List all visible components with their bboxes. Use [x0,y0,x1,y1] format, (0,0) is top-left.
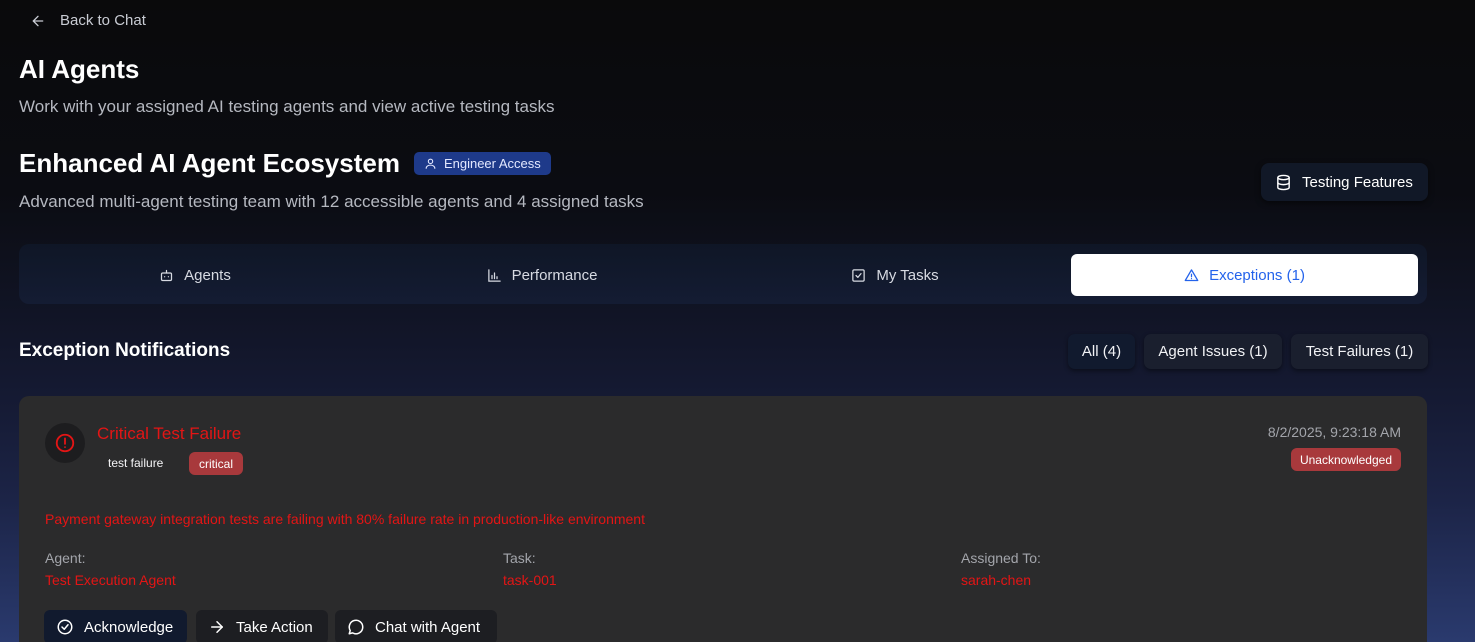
testing-features-button[interactable]: Testing Features [1261,163,1428,201]
task-value: task-001 [503,572,557,588]
arrow-right-icon [211,621,223,633]
tab-my-tasks[interactable]: My Tasks [723,254,1067,296]
status-badge: Unacknowledged [1290,448,1401,471]
tab-exceptions[interactable]: Exceptions (1) [1071,254,1418,296]
message-circle-icon [348,619,364,635]
exception-card: Critical Test Failure test failure criti… [19,396,1427,642]
alert-badge [45,423,85,463]
exceptions-section-title: Exception Notifications [19,340,231,361]
bot-icon [161,269,173,281]
engineer-access-badge: Engineer Access [413,152,551,175]
alert-circle-icon [55,433,75,453]
tab-label: Agents [184,266,231,284]
user-icon [425,158,436,169]
page-title: AI Agents [19,54,140,84]
arrow-left-icon [32,15,44,26]
tab-agents[interactable]: Agents [29,254,361,296]
take-action-button[interactable]: Take Action [196,610,328,642]
chat-label: Chat with Agent [375,618,481,636]
exception-type: test failure [108,456,164,470]
chat-with-agent-button[interactable]: Chat with Agent [335,610,497,642]
acknowledge-button[interactable]: Acknowledge [44,610,187,642]
check-square-icon [852,268,866,282]
assigned-value: sarah-chen [961,572,1032,588]
alert-triangle-icon [1184,268,1199,281]
back-label: Back to Chat [60,12,146,29]
tab-performance[interactable]: Performance [371,254,713,296]
assigned-label: Assigned To: [961,550,1041,566]
bar-chart-icon [487,268,501,282]
filter-all[interactable]: All (4) [1068,334,1135,369]
severity-badge: critical [189,452,244,475]
check-circle-icon [57,619,73,635]
filter-agent-issues[interactable]: Agent Issues (1) [1144,334,1282,369]
page-subtitle: Work with your assigned AI testing agent… [19,97,555,116]
filter-test-failures[interactable]: Test Failures (1) [1291,334,1428,369]
ecosystem-header: Enhanced AI Agent Ecosystem Engineer Acc… [19,148,551,179]
database-icon [1277,174,1290,190]
acknowledge-label: Acknowledge [84,618,174,636]
tab-label: Exceptions (1) [1209,266,1305,284]
tab-bar: Agents Performance My Tasks Exceptions (… [19,244,1427,304]
exception-message: Payment gateway integration tests are fa… [45,511,645,527]
task-label: Task: [503,550,536,566]
agent-label: Agent: [45,550,86,566]
exception-title: Critical Test Failure [97,424,242,443]
ecosystem-title: Enhanced AI Agent Ecosystem [19,148,400,178]
back-to-chat-link[interactable]: Back to Chat [30,12,146,29]
testing-features-label: Testing Features [1302,173,1413,191]
tab-label: My Tasks [876,266,939,284]
take-action-label: Take Action [236,618,313,636]
tab-label: Performance [511,266,598,284]
ecosystem-subtitle: Advanced multi-agent testing team with 1… [19,192,644,211]
agent-value: Test Execution Agent [45,572,176,588]
access-badge-label: Engineer Access [443,156,541,171]
exception-timestamp: 8/2/2025, 9:23:18 AM [1267,424,1401,440]
